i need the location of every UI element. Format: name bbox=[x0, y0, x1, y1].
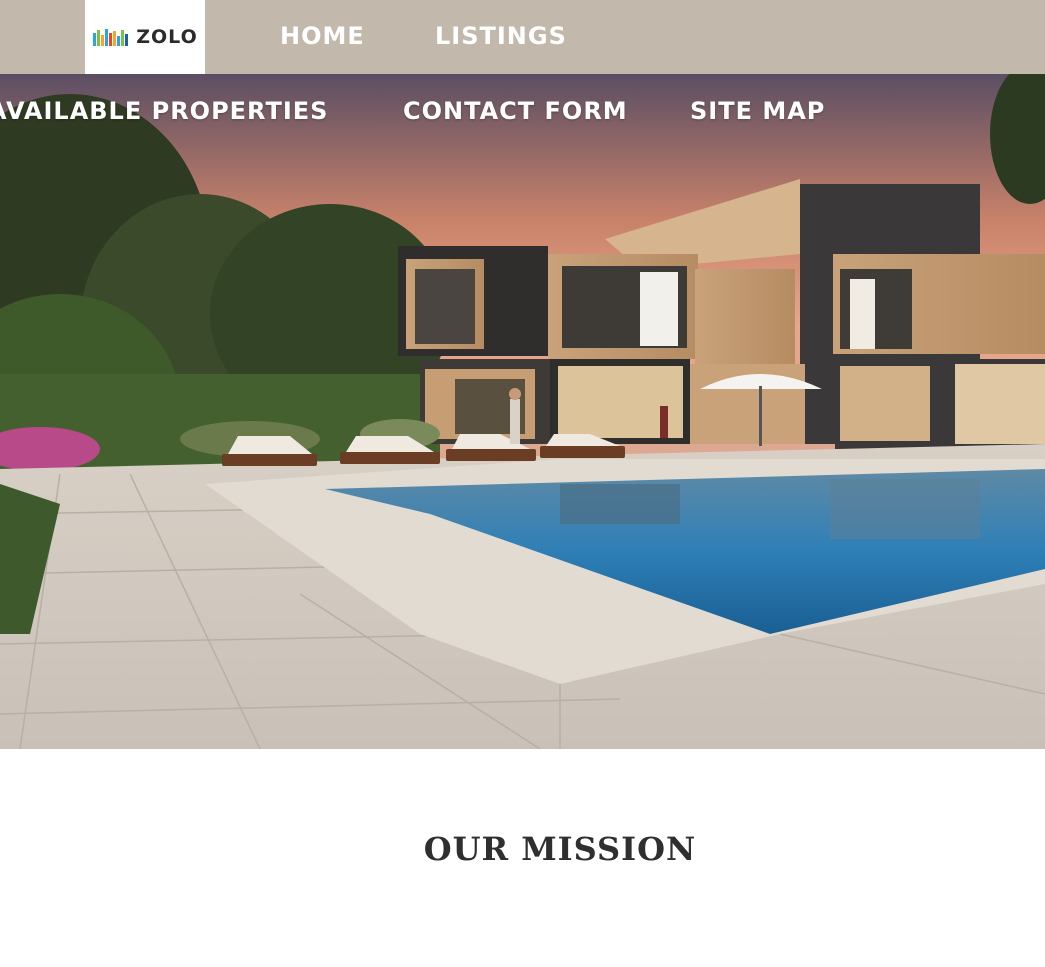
mission-heading: OUR MISSION bbox=[423, 830, 697, 868]
logo-text: ZOLO bbox=[136, 26, 198, 48]
hero-banner: AVAILABLE PROPERTIES CONTACT FORM SITE M… bbox=[0, 74, 1045, 749]
nav-available-properties-link[interactable]: AVAILABLE PROPERTIES bbox=[0, 97, 328, 125]
logo-bars-icon bbox=[93, 29, 129, 46]
top-navigation-bar: ZOLO HOME LISTINGS bbox=[0, 0, 1045, 74]
zolo-logo[interactable]: ZOLO bbox=[85, 0, 205, 74]
nav-home-link[interactable]: HOME bbox=[280, 22, 365, 50]
hero-house-pool-image bbox=[0, 74, 1045, 749]
nav-contact-form-link[interactable]: CONTACT FORM bbox=[403, 97, 628, 125]
nav-site-map-link[interactable]: SITE MAP bbox=[690, 97, 825, 125]
nav-listings-link[interactable]: LISTINGS bbox=[435, 22, 567, 50]
